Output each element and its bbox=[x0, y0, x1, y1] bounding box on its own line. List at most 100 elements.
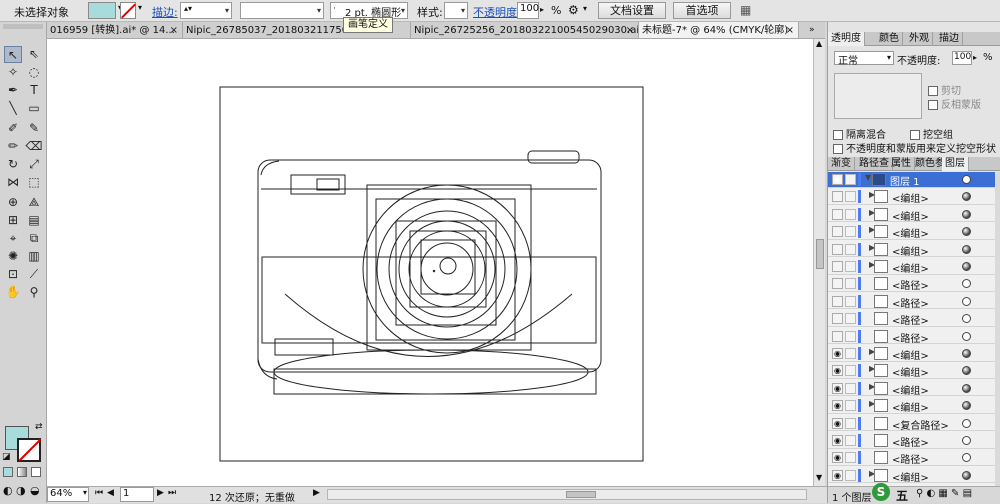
first-artboard-icon[interactable]: ⏮ bbox=[95, 488, 103, 498]
tab-gradient[interactable]: 渐变 bbox=[828, 157, 855, 171]
hand-tool[interactable]: ✋ bbox=[4, 284, 22, 301]
lock-toggle[interactable] bbox=[845, 313, 856, 325]
chevron-down-icon[interactable]: ▾ bbox=[83, 488, 87, 497]
layer-row[interactable]: ▶ <编组> bbox=[828, 207, 995, 223]
eye-icon[interactable]: ◉ bbox=[832, 400, 843, 412]
eye-icon[interactable]: ◉ bbox=[832, 174, 843, 185]
lock-toggle[interactable] bbox=[845, 226, 856, 238]
line-tool[interactable]: ╲ bbox=[4, 100, 22, 117]
layer-row[interactable]: ◉ ▶ <编组> bbox=[828, 346, 995, 362]
knockout-group-option[interactable]: 挖空组 bbox=[910, 126, 953, 141]
eye-icon[interactable] bbox=[832, 295, 843, 307]
eye-icon[interactable] bbox=[832, 226, 843, 238]
target-icon[interactable] bbox=[962, 331, 971, 341]
status-menu-icon[interactable]: ▶ bbox=[313, 488, 320, 498]
lock-toggle[interactable] bbox=[845, 348, 856, 359]
eye-icon[interactable] bbox=[832, 278, 843, 290]
target-icon[interactable] bbox=[962, 383, 971, 393]
selection-tool[interactable]: ↖ bbox=[4, 46, 22, 63]
lasso-tool[interactable]: ◌ bbox=[25, 64, 43, 81]
layer-row[interactable]: ▶ <编组> bbox=[828, 189, 995, 205]
blend-mode-select[interactable]: 正常 ▾ bbox=[834, 51, 894, 67]
lock-toggle[interactable] bbox=[845, 400, 856, 412]
lock-toggle[interactable] bbox=[845, 174, 856, 185]
eye-icon[interactable] bbox=[832, 208, 843, 220]
lock-toggle[interactable] bbox=[845, 417, 856, 429]
eye-icon[interactable]: ◉ bbox=[832, 348, 843, 359]
horizontal-scrollbar[interactable] bbox=[327, 489, 807, 500]
layer-row[interactable]: ▶ <编组> bbox=[828, 259, 995, 275]
tab-layers[interactable]: 图层 bbox=[942, 157, 969, 171]
eye-icon[interactable]: ◉ bbox=[832, 452, 843, 464]
target-icon[interactable] bbox=[962, 262, 971, 271]
toolbox-grip[interactable] bbox=[3, 24, 43, 29]
target-icon[interactable] bbox=[962, 366, 971, 376]
doc-tab-1[interactable]: 016959 [转换].ai* @ 14... × bbox=[47, 22, 183, 38]
target-icon[interactable] bbox=[962, 401, 971, 411]
target-icon[interactable] bbox=[962, 349, 971, 358]
type-tool[interactable]: T bbox=[25, 82, 43, 99]
chevron-right-icon[interactable]: ▸ bbox=[973, 53, 977, 62]
eye-icon[interactable]: ◉ bbox=[832, 469, 843, 481]
previous-artboard-icon[interactable]: ◀ bbox=[107, 488, 114, 498]
target-icon[interactable] bbox=[962, 296, 971, 306]
doc-tab-active[interactable]: 未标题-7* @ 64% (CMYK/轮廓) × bbox=[639, 22, 799, 38]
target-icon[interactable] bbox=[962, 418, 971, 428]
eye-icon[interactable]: ◉ bbox=[832, 365, 843, 377]
target-icon[interactable] bbox=[962, 453, 971, 463]
fill-swatch[interactable] bbox=[88, 2, 116, 19]
lock-toggle[interactable] bbox=[845, 208, 856, 220]
invert-mask-option[interactable]: 反相蒙版 bbox=[928, 96, 981, 111]
opacity-panel-link[interactable]: 不透明度: bbox=[473, 4, 521, 20]
layer-row[interactable]: ◉ <复合路径> bbox=[828, 416, 995, 432]
pen-tool[interactable]: ✒ bbox=[4, 82, 22, 99]
document-setup-button[interactable]: 文档设置 bbox=[598, 2, 666, 19]
artboard-tool[interactable]: ⊡ bbox=[4, 266, 22, 283]
lock-toggle[interactable] bbox=[845, 191, 856, 203]
pencil-tool[interactable]: ✎ bbox=[25, 120, 43, 137]
close-icon[interactable]: × bbox=[170, 22, 178, 38]
graphic-style-dropdown[interactable]: ▾ bbox=[444, 2, 468, 19]
opacity-field[interactable]: 100 bbox=[952, 51, 972, 65]
target-icon[interactable] bbox=[962, 314, 971, 324]
layer-row[interactable]: ◉ ▼ 图层 1 bbox=[828, 172, 995, 188]
eye-icon[interactable] bbox=[832, 313, 843, 325]
chevron-down-icon[interactable]: ▼ bbox=[865, 173, 871, 182]
lock-toggle[interactable] bbox=[845, 261, 856, 272]
opacity-input[interactable]: 100 bbox=[517, 2, 539, 19]
layer-row[interactable]: ▶ <编组> bbox=[828, 242, 995, 258]
magic-wand-tool[interactable]: ✧ bbox=[4, 64, 22, 81]
lock-toggle[interactable] bbox=[845, 330, 856, 342]
eyedropper-tool[interactable]: ⌖ bbox=[4, 230, 22, 247]
tabs-overflow-icon[interactable]: » bbox=[809, 25, 815, 35]
shape-builder-tool[interactable]: ⊕ bbox=[4, 194, 22, 211]
layer-row[interactable]: ◉ <路径> bbox=[828, 433, 995, 449]
tab-color[interactable]: 颜色 bbox=[876, 32, 903, 46]
eye-icon[interactable]: ◉ bbox=[832, 435, 843, 446]
stroke-weight-field[interactable]: ▴▾ ▾ bbox=[180, 2, 232, 19]
opacity-mask-thumbnail[interactable] bbox=[834, 73, 922, 119]
direct-selection-tool[interactable]: ⇖ bbox=[25, 46, 43, 63]
target-icon[interactable] bbox=[962, 244, 971, 254]
stroke-color-swatch[interactable] bbox=[17, 438, 41, 462]
mesh-tool[interactable]: ⊞ bbox=[4, 212, 22, 229]
layer-row[interactable]: <路径> bbox=[828, 329, 995, 345]
next-artboard-icon[interactable]: ▶ bbox=[157, 488, 164, 498]
eye-icon[interactable] bbox=[832, 243, 843, 255]
scroll-up-icon[interactable]: ▲ bbox=[816, 39, 822, 48]
target-icon[interactable] bbox=[962, 209, 971, 219]
color-mode-icon[interactable] bbox=[3, 467, 13, 477]
chevron-down-icon[interactable]: ▾ bbox=[583, 4, 587, 13]
tab-stroke[interactable]: 描边 bbox=[936, 32, 963, 46]
layer-row[interactable]: ◉ ▶ <编组> bbox=[828, 363, 995, 379]
doc-tab-3[interactable]: Nipic_26725256_20180322100545029030.ai* × bbox=[411, 22, 639, 38]
none-mode-icon[interactable] bbox=[31, 467, 41, 477]
layer-row[interactable]: ◉ ▶ <编组> bbox=[828, 398, 995, 414]
target-icon[interactable] bbox=[962, 175, 971, 184]
lock-toggle[interactable] bbox=[845, 295, 856, 307]
free-transform-tool[interactable]: ⬚ bbox=[25, 174, 43, 191]
lock-toggle[interactable] bbox=[845, 365, 856, 377]
gradient-tool[interactable]: ▤ bbox=[25, 212, 43, 229]
stroke-dropdown-arrow-icon[interactable]: ▾ bbox=[138, 3, 142, 12]
eye-icon[interactable] bbox=[832, 191, 843, 203]
